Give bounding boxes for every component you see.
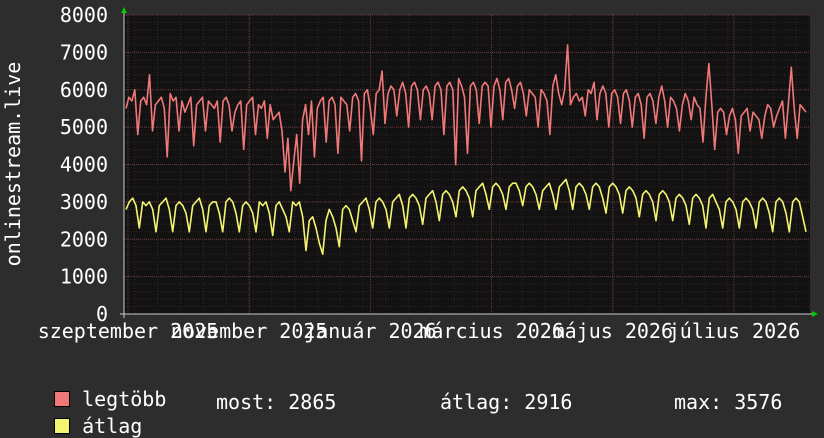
y-axis-ticks: 010002000300040005000600070008000 [60,3,108,326]
y-axis-arrow [121,7,127,13]
y-tick-label: 7000 [60,40,108,64]
x-axis-ticks: szeptember 2025november 2025január 2026m… [38,319,801,343]
stat-max: max: 3576 [674,390,783,414]
y-tick-label: 6000 [60,78,108,102]
legend-avg: átlag [30,390,142,438]
x-tick-label: május 2026 [553,319,673,343]
y-tick-label: 3000 [60,190,108,214]
x-tick-label: március 2026 [419,319,564,343]
y-tick-label: 1000 [60,265,108,289]
y-axis-label: onlinestream.live [1,62,25,267]
x-axis-arrow [812,311,818,317]
y-tick-label: 8000 [60,3,108,27]
y-tick-label: 2000 [60,227,108,251]
stat-atlag: átlag: 2916 [440,390,573,414]
stat-most: most: 2865 [216,390,337,414]
legend-avg-swatch [54,418,71,434]
legend-avg-label: átlag [82,414,143,438]
y-tick-label: 5000 [60,115,108,139]
y-tick-label: 4000 [60,153,108,177]
x-tick-label: július 2026 [668,319,800,343]
x-tick-label: január 2026 [304,319,436,343]
